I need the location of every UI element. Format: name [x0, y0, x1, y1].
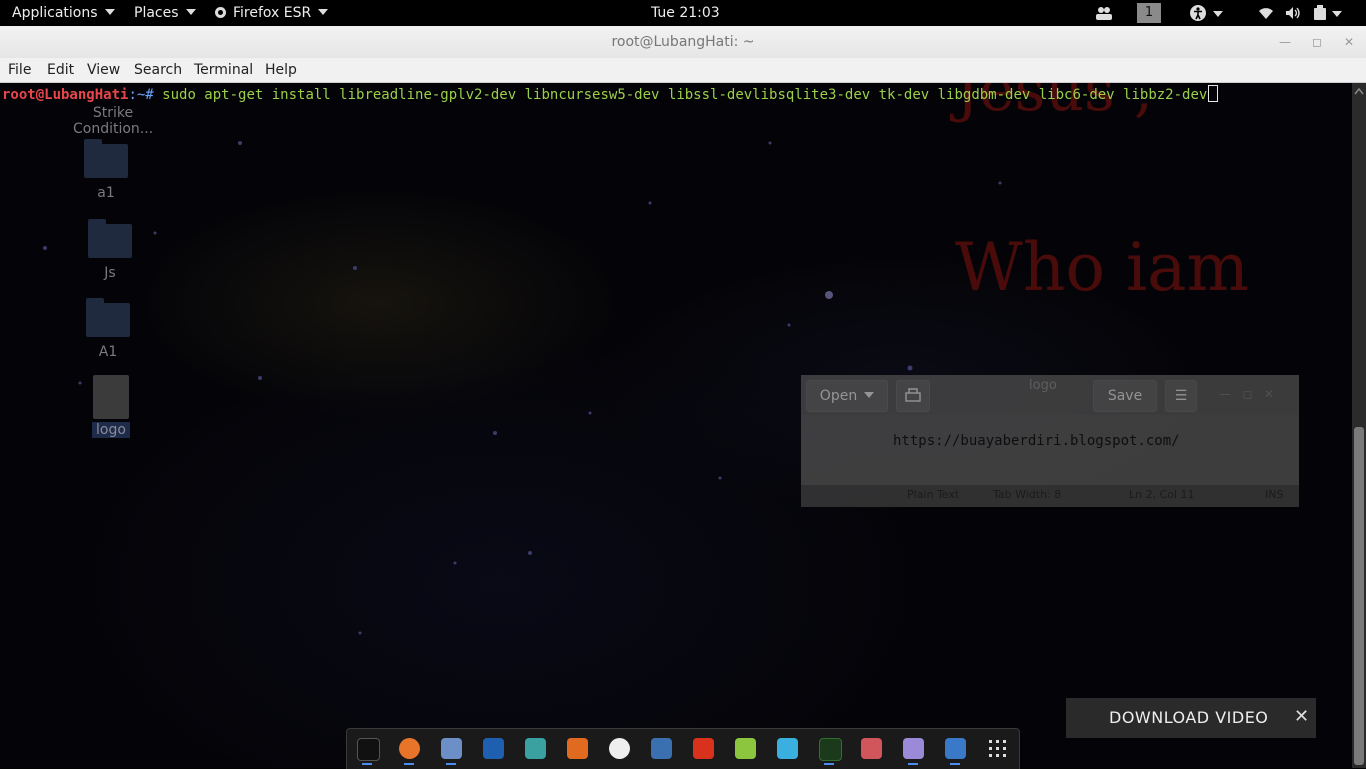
- applications-menu[interactable]: Applications: [12, 0, 115, 26]
- window-titlebar[interactable]: root@LubangHati: ~ — ◻ ✕: [0, 26, 1366, 59]
- text-editor-icon[interactable]: [903, 738, 924, 759]
- chevron-down-icon: [318, 9, 329, 15]
- volume-icon[interactable]: [1285, 6, 1301, 24]
- hamburger-menu-button[interactable]: ☰: [1165, 380, 1197, 412]
- running-indicator: [950, 763, 960, 765]
- maltego-icon[interactable]: [609, 738, 630, 759]
- text-editor-window: Open logo Save ☰ — ◻ ✕ https://buayaberd…: [801, 375, 1299, 507]
- terminal-scrollbar[interactable]: [1352, 83, 1366, 768]
- editor-statusbar: Plain Text Tab Width: 8 Ln 2, Col 11 INS: [801, 485, 1299, 507]
- tab-width-selector[interactable]: Tab Width: 8: [993, 488, 1061, 501]
- running-indicator: [404, 763, 414, 765]
- insert-mode: INS: [1265, 488, 1284, 501]
- menu-bar: File Edit View Search Terminal Help: [0, 58, 1366, 83]
- menu-search[interactable]: Search: [134, 58, 182, 82]
- command-text: sudo apt-get install libreadline-gplv2-d…: [153, 87, 1208, 103]
- files-icon[interactable]: [441, 738, 462, 759]
- top-panel: Applications Places Firefox ESR Tue 21:0…: [0, 0, 1366, 26]
- chevron-down-icon: [1332, 11, 1342, 17]
- running-indicator: [446, 763, 456, 765]
- desktop-icon-A1-label[interactable]: A1: [86, 344, 130, 360]
- editor-title: logo: [1029, 378, 1057, 393]
- metasploit-icon[interactable]: [483, 738, 504, 759]
- chevron-down-icon: [185, 9, 196, 15]
- maximize-button[interactable]: ◻: [1309, 34, 1325, 50]
- clock[interactable]: Tue 21:03: [651, 0, 720, 26]
- new-document-button[interactable]: [896, 380, 930, 412]
- applications-label: Applications: [12, 5, 98, 21]
- editor-text-area[interactable]: https://buayaberdiri.blogspot.com/: [801, 415, 1299, 485]
- minimize-button[interactable]: —: [1277, 34, 1293, 50]
- battery-icon[interactable]: [1313, 5, 1327, 25]
- faraday-icon[interactable]: [693, 738, 714, 759]
- show-apps-icon[interactable]: [989, 740, 1007, 758]
- cherrytree-icon[interactable]: [861, 738, 882, 759]
- scrollbar-thumb[interactable]: [1354, 427, 1364, 765]
- close-icon[interactable]: ✕: [1294, 707, 1309, 727]
- toolbox-icon[interactable]: [945, 738, 966, 759]
- burpsuite-icon[interactable]: [567, 738, 588, 759]
- menu-view[interactable]: View: [87, 58, 120, 82]
- system-monitor-icon[interactable]: [819, 738, 842, 761]
- language-selector[interactable]: Plain Text: [907, 488, 959, 501]
- new-document-icon: [905, 388, 921, 402]
- close-button[interactable]: ✕: [1341, 34, 1357, 50]
- menu-edit[interactable]: Edit: [47, 58, 74, 82]
- download-video-label[interactable]: DOWNLOAD VIDEO: [1109, 698, 1268, 738]
- chevron-down-icon: [104, 9, 115, 15]
- wireshark-icon[interactable]: [777, 738, 798, 759]
- menu-terminal[interactable]: Terminal: [194, 58, 253, 82]
- places-menu[interactable]: Places: [134, 0, 196, 26]
- running-indicator: [908, 763, 918, 765]
- armitage-icon[interactable]: [525, 738, 546, 759]
- prompt-separator: :~#: [128, 87, 154, 103]
- firefox-icon[interactable]: [399, 738, 420, 759]
- editor-window-controls[interactable]: — ◻ ✕: [1219, 387, 1274, 401]
- firefox-small-icon: [215, 7, 226, 18]
- scroll-up-arrow-icon[interactable]: [1354, 87, 1364, 95]
- accessibility-icon[interactable]: [1189, 4, 1207, 26]
- desktop-icon-strike-label[interactable]: Strike Condition...: [73, 105, 153, 137]
- terminal-icon[interactable]: [357, 738, 380, 761]
- people-icon[interactable]: [1096, 6, 1112, 24]
- desktop-icon-a1-label[interactable]: a1: [84, 185, 128, 201]
- leafpad-icon[interactable]: [735, 738, 756, 759]
- desktop-icon-logo-label[interactable]: logo: [92, 422, 130, 438]
- chevron-down-icon: [864, 392, 875, 398]
- download-video-bar[interactable]: DOWNLOAD VIDEO ✕: [1066, 698, 1316, 738]
- workspace-indicator[interactable]: 1: [1137, 3, 1161, 23]
- dock: [346, 728, 1020, 769]
- command-line[interactable]: root@LubangHati:~# sudo apt-get install …: [2, 85, 1219, 104]
- menu-help[interactable]: Help: [265, 58, 297, 82]
- editor-content: https://buayaberdiri.blogspot.com/: [893, 433, 1180, 449]
- menu-file[interactable]: File: [8, 58, 31, 82]
- folder-icon[interactable]: [84, 139, 128, 178]
- chevron-down-icon: [1213, 11, 1223, 17]
- folder-icon[interactable]: [86, 298, 130, 337]
- cursor-position[interactable]: Ln 2, Col 11: [1129, 488, 1195, 501]
- editor-headerbar: Open logo Save ☰ — ◻ ✕: [801, 375, 1299, 415]
- wifi-icon[interactable]: [1258, 6, 1274, 24]
- running-indicator: [824, 763, 834, 765]
- save-button[interactable]: Save: [1093, 380, 1157, 412]
- window-title: root@LubangHati: ~: [611, 34, 755, 50]
- places-label: Places: [134, 5, 179, 21]
- running-indicator: [362, 763, 372, 765]
- firefox-app-menu[interactable]: Firefox ESR: [215, 0, 329, 26]
- open-button[interactable]: Open: [806, 380, 888, 412]
- beef-icon[interactable]: [651, 738, 672, 759]
- desktop-icon-js-label[interactable]: Js: [88, 265, 132, 281]
- terminal-window: root@LubangHati: ~ — ◻ ✕ File Edit View …: [0, 26, 1366, 768]
- prompt-user: root@LubangHati: [2, 87, 129, 103]
- folder-icon[interactable]: [88, 219, 132, 258]
- wallpaper-text-who-iam: Who iam: [955, 229, 1250, 306]
- text-file-icon[interactable]: [93, 375, 129, 419]
- terminal-area[interactable]: Strike Condition... a1 Js A1 logo Jesus …: [0, 83, 1352, 768]
- open-label: Open: [819, 388, 858, 404]
- text-cursor: [1208, 85, 1219, 102]
- firefox-label: Firefox ESR: [233, 5, 312, 21]
